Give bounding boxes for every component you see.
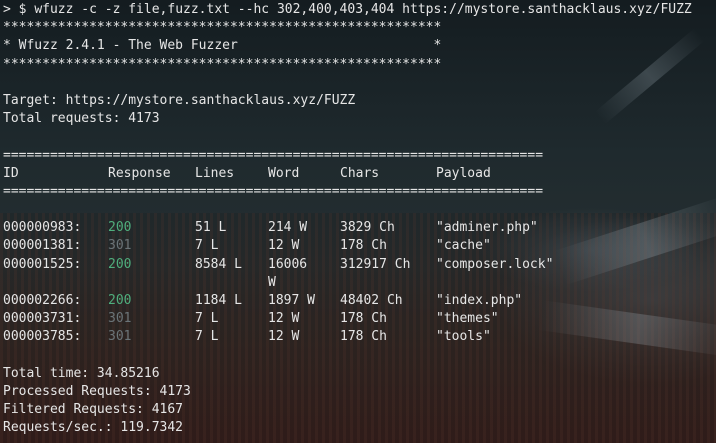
result-word: 12 W	[268, 238, 300, 254]
banner-border-top: ****************************************…	[3, 20, 442, 36]
result-payload: "tools"	[436, 329, 491, 345]
result-word: 12 W	[268, 311, 300, 327]
result-response: 200	[108, 293, 132, 308]
result-response: 301	[108, 329, 132, 345]
result-chars: 178 Ch	[340, 238, 387, 254]
result-response: 301	[108, 311, 132, 327]
banner-title: * Wfuzz 2.4.1 - The Web Fuzzer *	[3, 38, 442, 54]
result-response: 200	[108, 256, 132, 272]
result-payload: "themes"	[436, 311, 499, 327]
shell-prompt: > $	[3, 2, 27, 17]
banner-border-bottom: ****************************************…	[3, 56, 442, 72]
header-word: Word	[268, 165, 300, 181]
result-id: 000001525:	[3, 256, 82, 272]
result-id: 000001381:	[3, 238, 82, 254]
result-id: 000000983:	[3, 220, 82, 236]
table-row: 000003731: 301 7 L 12 W 178 Ch "themes"	[3, 310, 713, 328]
summary-processed: Processed Requests: 4173	[3, 383, 191, 399]
result-chars: 48402 Ch	[340, 293, 403, 308]
table-row: 000000983: 200 51 L 214 W 3829 Ch "admin…	[3, 219, 713, 237]
header-response: Response	[108, 165, 171, 181]
separator-top: ========================================…	[3, 147, 544, 163]
header-id: ID	[3, 165, 19, 181]
result-payload: "index.php"	[436, 293, 523, 308]
result-lines: 7 L	[195, 311, 219, 327]
table-header: ID Response Lines Word Chars Payload	[3, 165, 713, 183]
result-word: 16006	[268, 256, 308, 272]
separator-bottom: ========================================…	[3, 183, 544, 199]
summary-filtered: Filtered Requests: 4167	[3, 402, 184, 418]
command-text: wfuzz -c -z file,fuzz.txt --hc 302,400,4…	[34, 2, 692, 17]
result-lines: 8584 L	[195, 256, 242, 272]
target-line: Target: https://mystore.santhacklaus.xyz…	[3, 92, 356, 108]
result-word-wrap: W	[268, 274, 276, 290]
header-chars: Chars	[340, 165, 380, 181]
header-payload: Payload	[436, 165, 491, 181]
table-row: 000001525: 200 8584 L 16006 312917 Ch "c…	[3, 256, 713, 274]
result-word: 12 W	[268, 329, 300, 345]
result-chars: 178 Ch	[340, 329, 387, 345]
result-payload: "adminer.php"	[436, 220, 538, 236]
result-response: 200	[108, 220, 132, 236]
terminal-window[interactable]: > $ wfuzz -c -z file,fuzz.txt --hc 302,4…	[0, 0, 716, 443]
table-row: 000003785: 301 7 L 12 W 178 Ch "tools"	[3, 328, 713, 346]
result-lines: 7 L	[195, 329, 219, 345]
summary-rate: Requests/sec.: 119.7342	[3, 420, 184, 436]
result-id: 000003785:	[3, 329, 82, 345]
result-lines: 1184 L	[195, 293, 242, 308]
total-requests-line: Total requests: 4173	[3, 111, 160, 127]
result-response: 301	[108, 238, 132, 254]
header-lines: Lines	[195, 165, 235, 181]
result-id: 000003731:	[3, 311, 82, 327]
table-row-wrap: W	[3, 274, 713, 292]
command-line: > $ wfuzz -c -z file,fuzz.txt --hc 302,4…	[3, 1, 713, 19]
summary-total-time: Total time: 34.85216	[3, 365, 160, 381]
result-chars: 3829 Ch	[340, 220, 395, 236]
result-payload: "composer.lock"	[436, 256, 554, 272]
result-chars: 312917 Ch	[340, 256, 411, 272]
result-word: 1897 W	[268, 293, 315, 308]
result-lines: 51 L	[195, 220, 227, 236]
table-row: 000002266: 200 1184 L 1897 W 48402 Ch "i…	[3, 292, 713, 310]
result-word: 214 W	[268, 220, 308, 236]
table-row: 000001381: 301 7 L 12 W 178 Ch "cache"	[3, 237, 713, 255]
result-chars: 178 Ch	[340, 311, 387, 327]
result-payload: "cache"	[436, 238, 491, 254]
result-id: 000002266:	[3, 293, 82, 308]
result-lines: 7 L	[195, 238, 219, 254]
